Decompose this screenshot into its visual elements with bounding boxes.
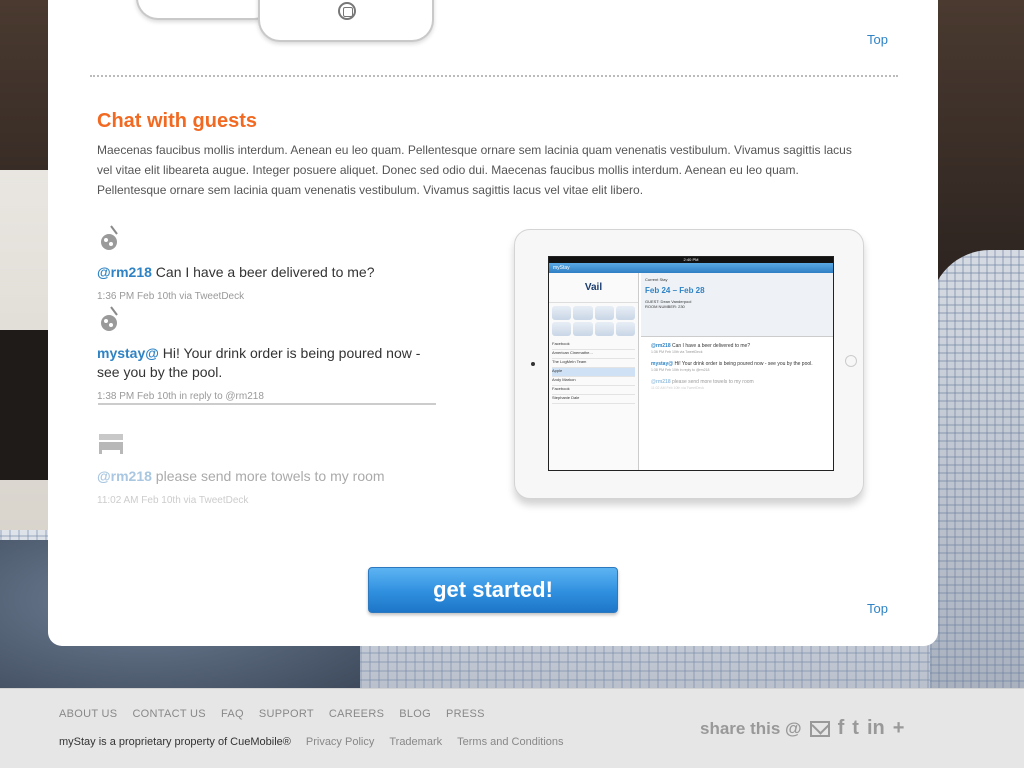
ipad-message-list: Facebook American Cinemathe... The LogMe… [549,339,638,406]
privacy-policy-link[interactable]: Privacy Policy [306,736,374,748]
top-link[interactable]: Top [867,601,888,616]
drink-avatar-icon [101,225,118,250]
tweet-separator [98,403,436,405]
service-icon [615,306,635,320]
service-icon [552,306,572,320]
tweet-meta: 1:36 PM Feb 10th via TweetDeck [651,350,703,354]
tweet-meta: 1:38 PM Feb 10th in reply to @rm218 [97,391,264,402]
background-sleeve [930,250,1024,690]
tweet-item: @rm218 Can I have a beer delivered to me… [97,224,437,302]
ipad-screen: 2:40 PM myStay Vail Facebook American Ci… [548,256,834,471]
footer-link-support[interactable]: SUPPORT [259,708,314,720]
tweet-item: @rm218 please send more towels to my roo… [97,428,437,506]
list-item: Facebook [552,386,635,395]
service-icon [573,306,593,320]
get-started-button[interactable]: get started! [368,567,618,613]
service-icon [615,322,635,336]
stay-dates: Feb 24 – Feb 28 [645,286,705,295]
current-stay-label: Current Stay [645,277,668,282]
share-bar: share this @ f t in + [700,717,904,740]
list-item: Andy Markon [552,377,635,386]
home-button-icon [338,2,356,20]
tweet-handle[interactable]: @rm218 [97,468,152,484]
section-description: Maecenas faucibus mollis interdum. Aenea… [97,143,852,197]
footer: ABOUT US CONTACT US FAQ SUPPORT CAREERS … [0,688,1024,768]
tweet-text: mystay@ Hi! Your drink order is being po… [97,344,437,382]
tweet-meta: 1:38 PM Feb 10th in reply to @rm218 [651,368,710,372]
facebook-icon[interactable]: f [838,717,845,740]
ipad-app-header: myStay [549,263,833,273]
tweet-handle[interactable]: @rm218 [97,264,152,280]
twitter-icon[interactable]: t [852,717,859,740]
tweet-handle[interactable]: mystay@ [97,345,159,361]
section-divider [90,75,898,77]
footer-legal: myStay is a proprietary property of CueM… [59,736,564,748]
copyright-text: myStay is a proprietary property of CueM… [59,736,291,748]
trademark-link[interactable]: Trademark [389,736,442,748]
footer-link-press[interactable]: PRESS [446,708,485,720]
footer-link-about[interactable]: ABOUT US [59,708,117,720]
room-number: ROOM NUMBER: 230 [645,304,685,309]
ipad-stay-info: Current Stay Feb 24 – Feb 28 GUEST: Dean… [641,273,833,337]
footer-link-blog[interactable]: BLOG [399,708,431,720]
list-item: Stephanie Dale [552,395,635,404]
footer-link-contact[interactable]: CONTACT US [132,708,206,720]
footer-link-faq[interactable]: FAQ [221,708,244,720]
service-icon [552,322,572,336]
section-title: Chat with guests [97,110,258,132]
linkedin-icon[interactable]: in [867,717,885,740]
tweet-item: mystay@ Hi! Your drink order is being po… [97,305,437,402]
service-icon [594,306,614,320]
ipad-sidebar: Vail Facebook American Cinemathe... The … [549,273,639,470]
tweet-meta: 11:02 AM Feb 10th via TweetDeck [97,495,249,506]
plus-icon[interactable]: + [893,717,905,740]
phone-image [136,0,276,20]
list-item: The LogMeIn Team [552,359,635,368]
tweet-message: please send more towels to my room [151,468,385,484]
service-icon [594,322,614,336]
share-label: share this @ [700,718,802,738]
tweet-text: @rm218 Can I have a beer delivered to me… [97,263,437,282]
tweet-message: Can I have a beer delivered to me? [151,264,375,280]
list-item: Facebook [552,341,635,350]
tweet-text: @rm218 please send more towels to my roo… [97,467,437,486]
ipad-icon-grid [549,303,638,339]
list-item: American Cinemathe... [552,350,635,359]
ipad-mockup: 2:40 PM myStay Vail Facebook American Ci… [514,229,864,499]
list-item: Apple [552,368,635,377]
mail-icon[interactable] [809,720,830,737]
home-button-icon [845,355,857,367]
vail-logo: Vail [549,273,638,303]
bed-avatar-icon [99,434,123,454]
service-icon [573,322,593,336]
footer-link-careers[interactable]: CAREERS [329,708,384,720]
phone-image [258,0,434,42]
tweet-meta: 11:02 AM Feb 10th via TweetDeck [651,386,704,390]
content-panel: Top Chat with guests Maecenas faucibus m… [48,0,938,646]
footer-nav: ABOUT US CONTACT US FAQ SUPPORT CAREERS … [59,708,485,720]
top-link[interactable]: Top [867,32,888,47]
camera-icon [531,362,535,366]
drink-avatar-icon [101,306,118,331]
terms-link[interactable]: Terms and Conditions [457,736,563,748]
ipad-tweets: @rm218 Can I have a beer delivered to me… [641,337,833,403]
tweet-meta: 1:36 PM Feb 10th via TweetDeck [97,291,245,302]
ipad-detail: Current Stay Feb 24 – Feb 28 GUEST: Dean… [641,273,833,470]
